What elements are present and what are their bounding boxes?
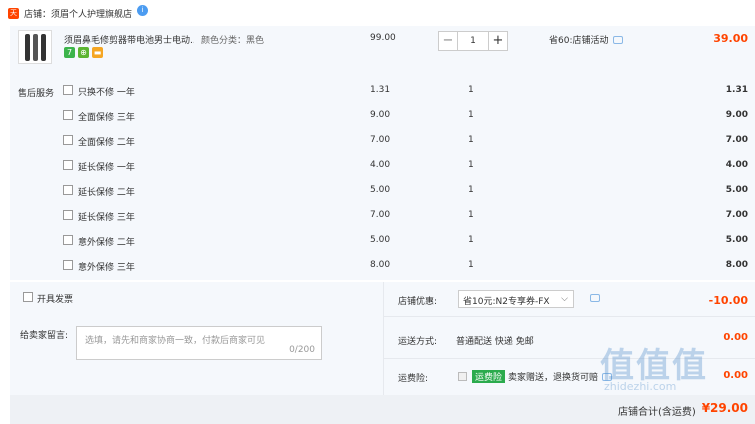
service-name: 全面保修 二年 bbox=[78, 138, 135, 148]
shop-name-link[interactable]: 须眉个人护理旗舰店 bbox=[51, 7, 132, 20]
service-name: 延长保修 一年 bbox=[78, 163, 135, 173]
message-label: 给卖家留言: bbox=[20, 331, 69, 341]
service-total: 1.31 bbox=[725, 85, 748, 95]
service-name: 延长保修 三年 bbox=[78, 213, 135, 223]
message-counter: 0/200 bbox=[289, 345, 315, 355]
pay-amount: ¥29.00 bbox=[701, 401, 748, 415]
tmall-badge-icon: 天猫 bbox=[8, 7, 19, 28]
service-checkbox[interactable] bbox=[63, 85, 73, 95]
service-price: 8.00 bbox=[370, 260, 391, 270]
insurance-label: 运费险: bbox=[398, 374, 429, 384]
service-row: 全面保修 三年 9.00 1 9.00 bbox=[10, 108, 755, 124]
item-panel: 须眉鼻毛修剪器带电池男士电动... 颜色分类：黑色 7 ⊕ ▬ 99.00 − … bbox=[10, 26, 755, 280]
service-price: 5.00 bbox=[370, 235, 391, 245]
pay-label: 店铺合计(含运费) bbox=[618, 407, 696, 418]
coupon-select[interactable]: 省10元:N2专享券-FX ⌵ bbox=[458, 290, 574, 308]
service-name: 意外保修 三年 bbox=[78, 263, 135, 273]
service-quantity: 1 bbox=[468, 135, 474, 145]
coupon-label: 店铺优惠: bbox=[398, 297, 438, 307]
service-quantity: 1 bbox=[468, 160, 474, 170]
product-spec: 颜色分类：黑色 bbox=[201, 36, 265, 46]
unit-price: 99.00 bbox=[370, 33, 396, 43]
service-checkbox[interactable] bbox=[63, 210, 73, 220]
product-tags: 7 ⊕ ▬ bbox=[64, 47, 103, 58]
service-row: 只换不修 一年 1.31 1 1.31 bbox=[10, 83, 755, 99]
increase-button[interactable]: + bbox=[488, 31, 508, 51]
invoice-checkbox[interactable] bbox=[23, 292, 33, 302]
product-thumbnail[interactable] bbox=[18, 30, 52, 64]
insurance-amount: 0.00 bbox=[723, 370, 748, 381]
chat-bubble-icon[interactable] bbox=[612, 36, 623, 44]
service-row: 延长保修 一年 4.00 1 4.00 bbox=[10, 158, 755, 174]
service-price: 4.00 bbox=[370, 160, 391, 170]
service-name: 只换不修 一年 bbox=[78, 88, 135, 98]
service-checkbox[interactable] bbox=[63, 160, 73, 170]
service-row: 意外保修 三年 8.00 1 8.00 bbox=[10, 258, 755, 274]
decrease-button[interactable]: − bbox=[438, 31, 458, 51]
service-total: 5.00 bbox=[725, 185, 748, 195]
service-total: 9.00 bbox=[725, 110, 748, 120]
guarantee-icon: ⊕ bbox=[78, 47, 89, 58]
chevron-down-icon: ⌵ bbox=[561, 294, 568, 304]
service-price: 1.31 bbox=[370, 85, 391, 95]
promo-text: 省60:店铺活动 bbox=[549, 36, 609, 46]
shipping-label: 运送方式: bbox=[398, 337, 438, 347]
service-row: 延长保修 二年 5.00 1 5.00 bbox=[10, 183, 755, 199]
service-total: 5.00 bbox=[725, 235, 748, 245]
promo-info: 省60:店铺活动 bbox=[549, 33, 623, 46]
insurance-value: 卖家赠送，退换货可赔 bbox=[508, 373, 599, 383]
item-total: 39.00 bbox=[713, 32, 748, 45]
shipping-amount: 0.00 bbox=[723, 332, 748, 343]
service-total: 7.00 bbox=[725, 135, 748, 145]
service-total: 8.00 bbox=[725, 260, 748, 270]
invoice-label: 开具发票 bbox=[37, 295, 74, 305]
quantity-input[interactable]: 1 bbox=[458, 31, 488, 51]
message-placeholder: 选填，请先和商家协商一致，付款后商家可见 bbox=[85, 336, 266, 346]
product-name-link[interactable]: 须眉鼻毛修剪器带电池男士电动... bbox=[64, 33, 194, 46]
seller-message-input[interactable]: 选填，请先和商家协商一致，付款后商家可见 0/200 bbox=[76, 326, 322, 360]
service-row: 意外保修 二年 5.00 1 5.00 bbox=[10, 233, 755, 249]
service-checkbox[interactable] bbox=[63, 135, 73, 145]
service-quantity: 1 bbox=[468, 210, 474, 220]
service-price: 5.00 bbox=[370, 185, 391, 195]
chat-bubble-icon[interactable] bbox=[590, 294, 600, 302]
seven-day-return-icon: 7 bbox=[64, 47, 75, 58]
service-quantity: 1 bbox=[468, 260, 474, 270]
service-quantity: 1 bbox=[468, 110, 474, 120]
insurance-badge: 运费险 bbox=[472, 370, 506, 383]
insurance-checkbox[interactable] bbox=[458, 372, 467, 381]
service-total: 7.00 bbox=[725, 210, 748, 220]
service-quantity: 1 bbox=[468, 235, 474, 245]
service-price: 9.00 bbox=[370, 110, 391, 120]
service-row: 延长保修 三年 7.00 1 7.00 bbox=[10, 208, 755, 224]
service-quantity: 1 bbox=[468, 85, 474, 95]
shipping-value: 普通配送 快递 免邮 bbox=[456, 337, 534, 347]
shop-info-icon[interactable]: i bbox=[137, 4, 149, 16]
service-quantity: 1 bbox=[468, 185, 474, 195]
service-checkbox[interactable] bbox=[63, 110, 73, 120]
service-name: 全面保修 三年 bbox=[78, 113, 135, 123]
service-price: 7.00 bbox=[370, 210, 391, 220]
service-checkbox[interactable] bbox=[63, 185, 73, 195]
shop-label: 店铺： bbox=[24, 9, 52, 20]
service-price: 7.00 bbox=[370, 135, 391, 145]
row-divider bbox=[384, 316, 755, 317]
service-row: 全面保修 二年 7.00 1 7.00 bbox=[10, 133, 755, 149]
coupon-amount: -10.00 bbox=[708, 294, 748, 307]
shop-header: 天猫 店铺： 须眉个人护理旗舰店 i bbox=[0, 0, 755, 28]
service-name: 意外保修 二年 bbox=[78, 238, 135, 248]
service-checkbox[interactable] bbox=[63, 260, 73, 270]
credit-card-icon: ▬ bbox=[92, 47, 103, 58]
pay-summary-bar: 店铺合计(含运费) ¥29.00 bbox=[10, 395, 755, 424]
service-total: 4.00 bbox=[725, 160, 748, 170]
watermark-url: zhidezhi.com bbox=[604, 380, 677, 393]
coupon-value: 省10元:N2专享券-FX bbox=[463, 297, 550, 307]
service-name: 延长保修 二年 bbox=[78, 188, 135, 198]
service-checkbox[interactable] bbox=[63, 235, 73, 245]
quantity-stepper: − 1 + bbox=[438, 31, 508, 51]
insurance-info: 运费险 卖家赠送，退换货可赔 bbox=[458, 370, 613, 383]
